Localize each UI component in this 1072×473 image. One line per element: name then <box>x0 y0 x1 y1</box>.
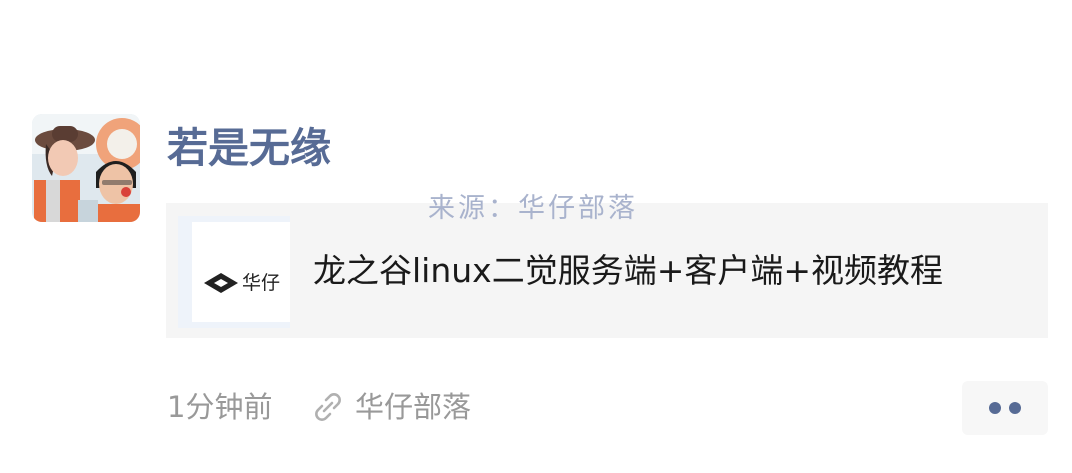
more-actions-button[interactable] <box>962 381 1048 435</box>
link-title: 龙之谷linux二觉服务端+客户端+视频教程 <box>313 251 943 290</box>
more-dots-icon <box>989 402 1001 414</box>
post-time: 1分钟前 <box>167 390 273 424</box>
link-thumbnail: 华仔 <box>178 216 290 328</box>
avatar[interactable] <box>32 114 140 222</box>
source-watermark: 来源：华仔部落 <box>428 193 638 224</box>
avatar-photo <box>32 114 140 222</box>
more-dots-icon <box>1009 402 1021 414</box>
author-name[interactable]: 若是无缘 <box>167 120 331 176</box>
source-link[interactable]: 华仔部落 <box>312 386 471 428</box>
source-name: 华仔部落 <box>355 390 472 424</box>
diamond-logo-icon <box>204 273 238 293</box>
moments-post: 若是无缘 华仔 龙之谷linux二觉服务端+客户端+视频教程 来源：华仔部落 1… <box>0 0 1072 473</box>
thumbnail-brand-text: 华仔 <box>242 272 281 294</box>
link-icon <box>315 393 341 421</box>
